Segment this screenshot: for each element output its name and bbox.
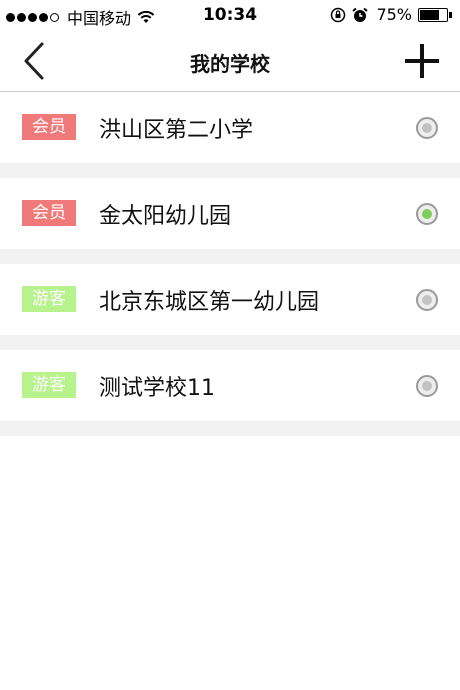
page-title: 我的学校	[190, 52, 270, 76]
school-name: 金太阳幼儿园	[99, 204, 232, 229]
guest-badge: 游客	[22, 286, 76, 312]
list-separator	[0, 249, 460, 264]
battery-cap	[449, 11, 452, 18]
guest-badge: 游客	[22, 372, 76, 398]
school-row[interactable]: 会员 洪山区第二小学	[0, 92, 460, 163]
status-right: 75%	[324, 5, 452, 24]
school-name: 北京东城区第一幼儿园	[99, 290, 320, 315]
school-name: 洪山区第二小学	[99, 118, 254, 143]
radio-button[interactable]	[416, 289, 438, 311]
navigation-bar: 我的学校	[0, 30, 460, 92]
alarm-icon	[352, 7, 369, 22]
list-separator	[0, 335, 460, 350]
status-bar: 中国移动 10:34 75%	[0, 0, 460, 30]
battery-percent: 75%	[376, 5, 412, 24]
list-separator	[0, 421, 460, 436]
radio-button[interactable]	[416, 375, 438, 397]
school-row[interactable]: 游客 测试学校11	[0, 350, 460, 421]
member-badge: 会员	[22, 114, 76, 140]
school-name: 测试学校11	[99, 376, 215, 401]
list-separator	[0, 163, 460, 178]
orientation-lock-icon	[331, 7, 346, 22]
member-badge: 会员	[22, 200, 76, 226]
add-icon[interactable]	[404, 43, 440, 79]
school-row[interactable]: 游客 北京东城区第一幼儿园	[0, 264, 460, 335]
radio-button-selected[interactable]	[416, 203, 438, 225]
battery-fill	[420, 9, 439, 20]
radio-button[interactable]	[416, 117, 438, 139]
battery-icon	[418, 7, 448, 22]
school-list: 会员 洪山区第二小学 会员 金太阳幼儿园 游客 北京东城区第一幼儿园 游客 测试…	[0, 92, 460, 436]
school-row[interactable]: 会员 金太阳幼儿园	[0, 178, 460, 249]
